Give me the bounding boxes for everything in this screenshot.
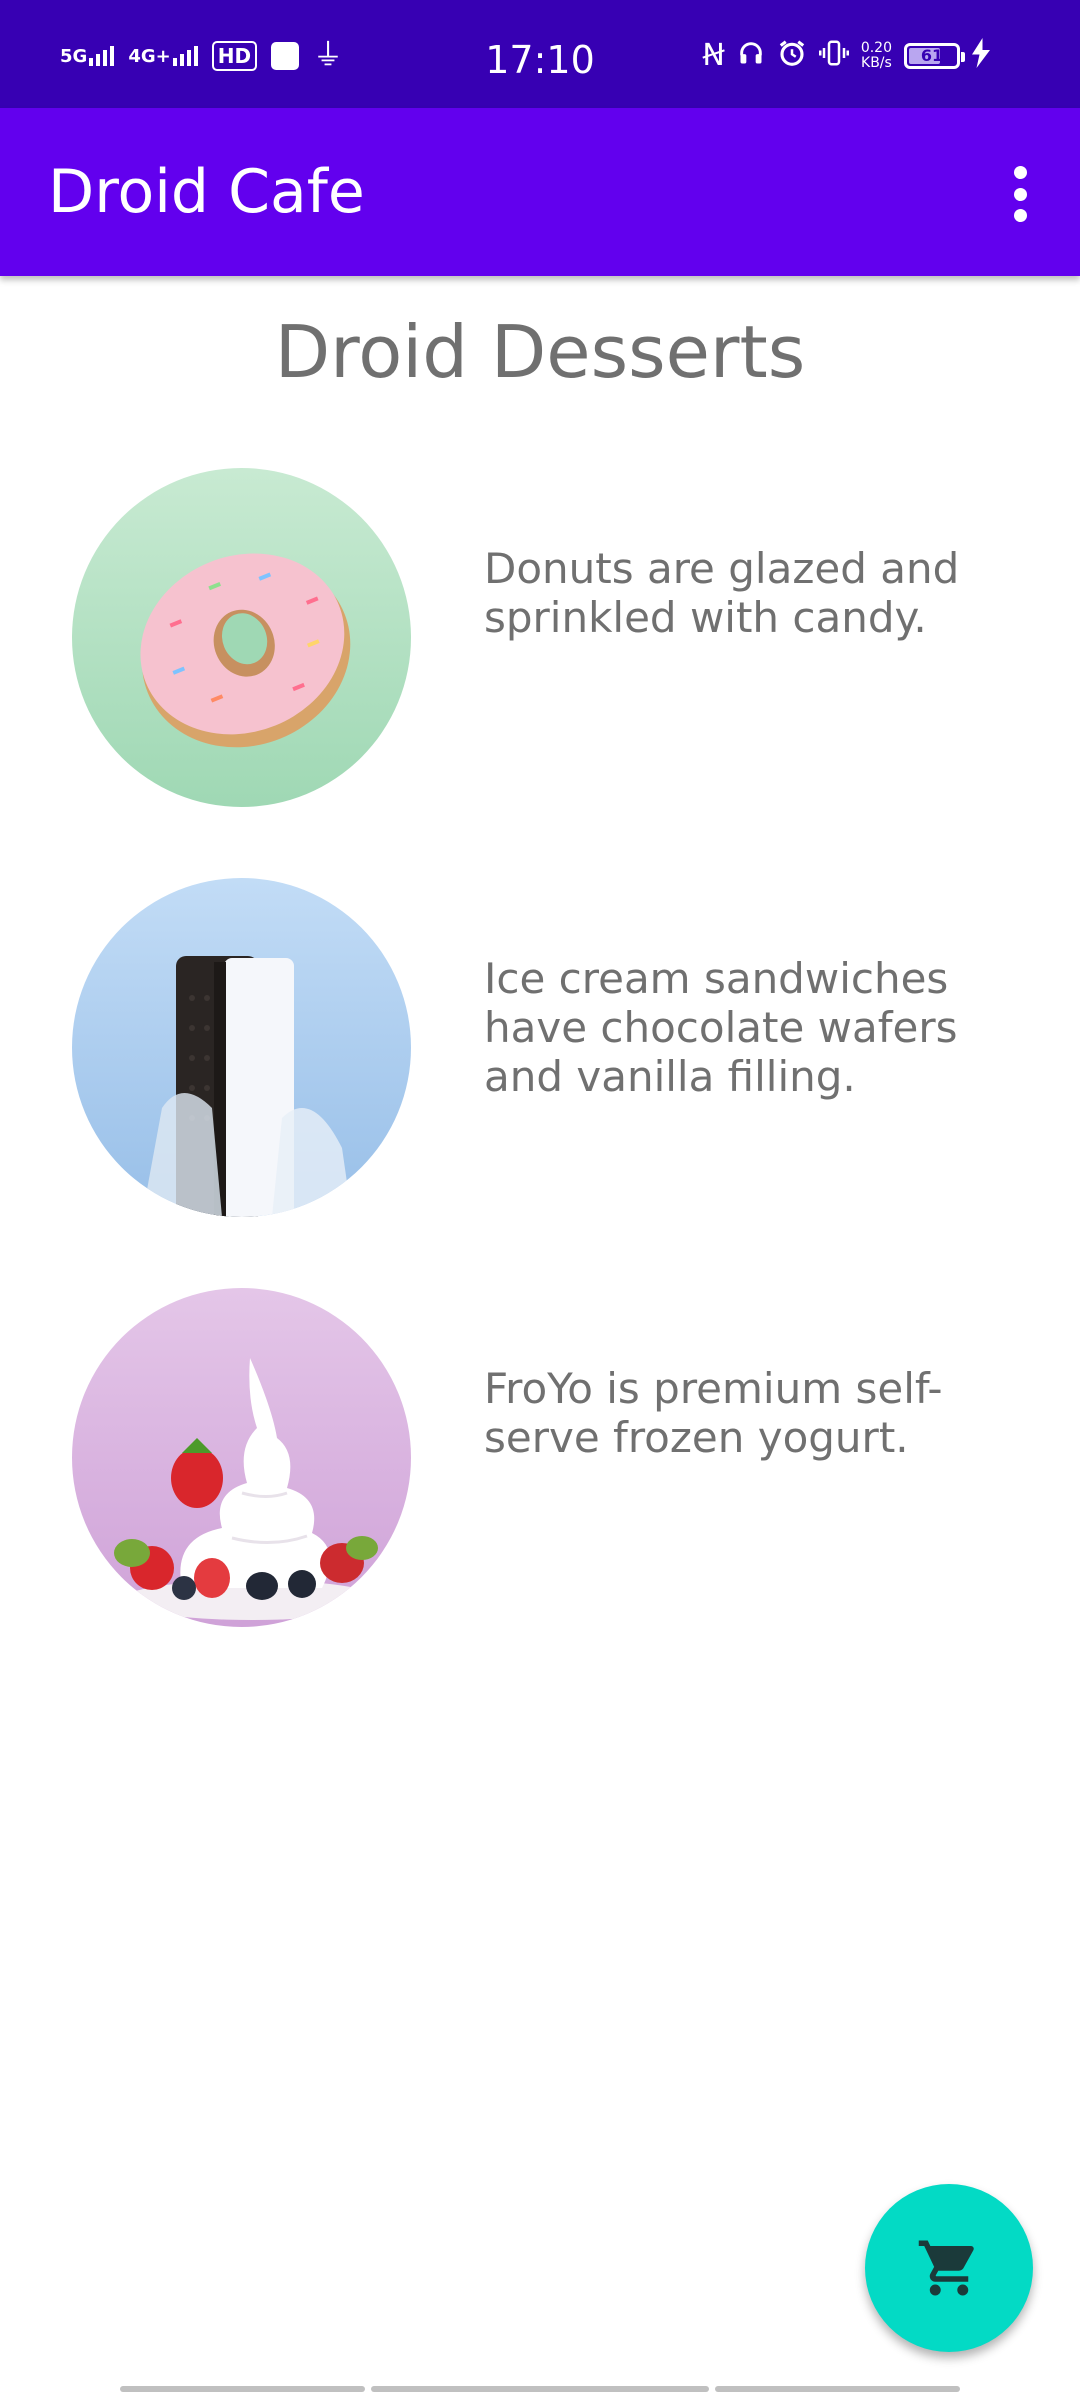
- page-title: Droid Desserts: [274, 310, 806, 394]
- app-title: Droid Cafe: [48, 157, 365, 227]
- donut-image[interactable]: [72, 468, 411, 807]
- more-vert-icon: [1013, 166, 1027, 179]
- donut-description: Donuts are glazed and sprinkled with can…: [484, 544, 960, 642]
- froyo-image[interactable]: [72, 1288, 411, 1627]
- shopping-cart-button[interactable]: [865, 2184, 1033, 2352]
- vibrate-icon: [818, 38, 849, 74]
- overflow-menu-button[interactable]: [1000, 166, 1040, 222]
- status-bar: 5G 4G+ HD ⏚ 17:10 Ꞥ 0.20 KB/s 61: [0, 0, 1080, 108]
- list-item-donut: Donuts are glazed and sprinkled with can…: [0, 468, 1080, 808]
- gesture-bar-left: [120, 2386, 365, 2392]
- speed-value: 0.20: [860, 40, 892, 56]
- gesture-bar-center[interactable]: [371, 2386, 709, 2392]
- battery-level: 61: [920, 46, 944, 65]
- alarm-icon: [777, 38, 807, 74]
- nfc-icon: Ꞥ: [702, 38, 725, 73]
- gesture-bar-right: [715, 2386, 960, 2392]
- shopping-cart-icon: [918, 2240, 974, 2296]
- list-item-froyo: FroYo is premium self-serve frozen yogur…: [0, 1288, 1080, 1628]
- headphones-icon: [737, 39, 765, 73]
- ice-cream-sandwich-description: Ice cream sandwiches have chocolate wafe…: [484, 954, 958, 1101]
- app-bar: Droid Cafe: [0, 108, 1080, 276]
- battery-icon: 61: [904, 43, 965, 69]
- status-right-icons: Ꞥ 0.20 KB/s 61: [702, 34, 990, 78]
- network-speed: 0.20 KB/s: [861, 41, 892, 71]
- speed-unit: KB/s: [861, 55, 892, 71]
- froyo-description: FroYo is premium self-serve frozen yogur…: [484, 1364, 943, 1462]
- list-item-ice-cream-sandwich: Ice cream sandwiches have chocolate wafe…: [0, 878, 1080, 1218]
- charging-icon: [972, 38, 990, 74]
- ice-cream-sandwich-image[interactable]: [72, 878, 411, 1217]
